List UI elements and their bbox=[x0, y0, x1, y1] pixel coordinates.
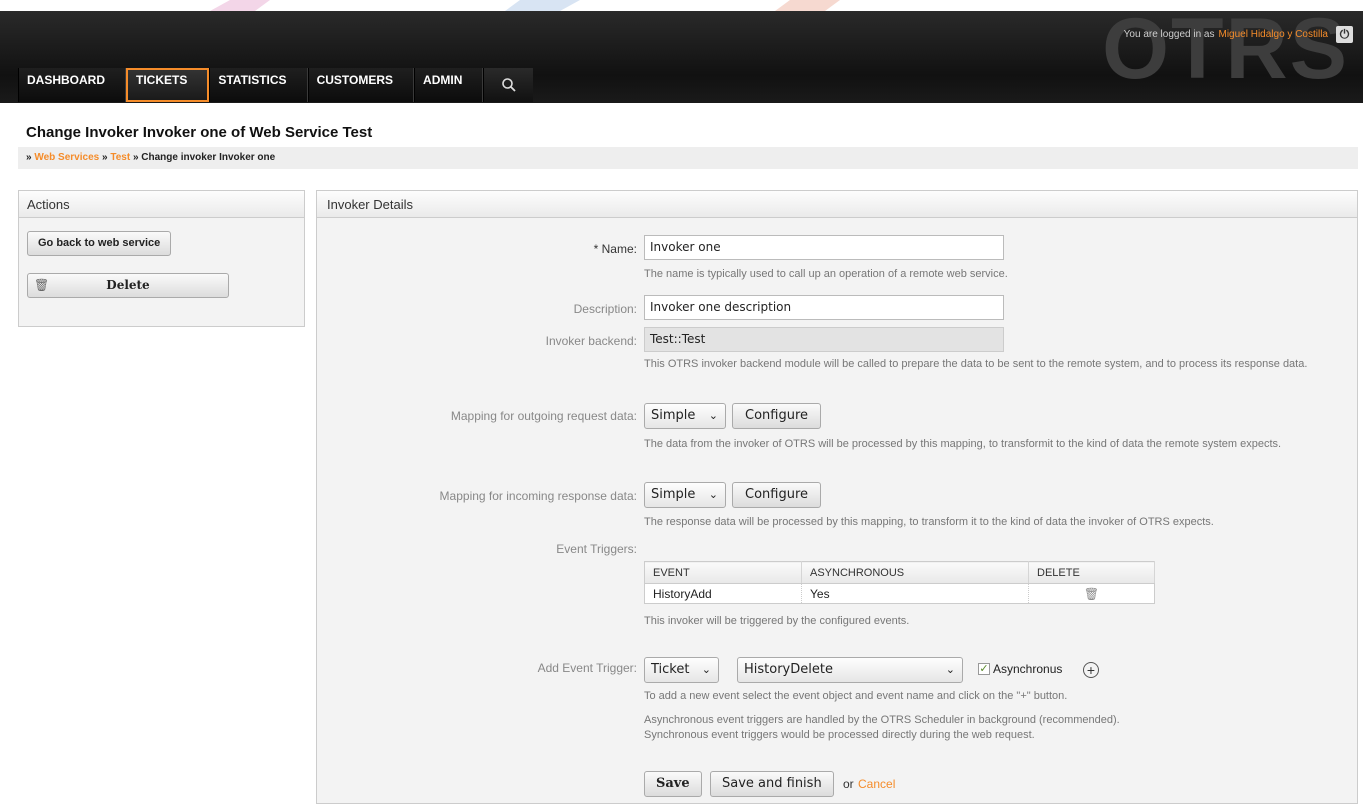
outgoing-mapping-value: Simple bbox=[651, 408, 696, 423]
incoming-configure-button[interactable]: Configure bbox=[732, 482, 822, 508]
go-back-button[interactable]: Go back to web service bbox=[27, 231, 172, 256]
chevron-down-icon: ⌄ bbox=[708, 409, 718, 422]
asynchronous-label: Asynchronus bbox=[993, 662, 1063, 676]
nav-customers[interactable]: CUSTOMERS bbox=[307, 68, 415, 102]
description-field[interactable]: Invoker one description bbox=[644, 295, 1004, 320]
backend-label: Invoker backend: bbox=[545, 334, 637, 348]
breadcrumb-current: Change invoker Invoker one bbox=[141, 152, 276, 163]
chevron-down-icon: ⌄ bbox=[701, 663, 711, 676]
event-name-select[interactable]: HistoryDelete ⌄ bbox=[737, 657, 963, 683]
breadcrumb: » Web Services » Test » Change invoker I… bbox=[18, 147, 1358, 169]
trash-icon[interactable]: 🗑 bbox=[1084, 587, 1099, 601]
async-hint-2: Synchronous event triggers would be proc… bbox=[644, 729, 1035, 741]
breadcrumb-web-services[interactable]: Web Services bbox=[34, 152, 99, 163]
outgoing-mapping-label: Mapping for outgoing request data: bbox=[450, 409, 637, 423]
outgoing-hint: The data from the invoker of OTRS will b… bbox=[644, 438, 1282, 450]
details-title: Invoker Details bbox=[317, 191, 1357, 218]
table-row: HistoryAdd Yes 🗑 bbox=[644, 583, 1155, 604]
nav-tickets[interactable]: TICKETS bbox=[126, 68, 210, 102]
chevron-down-icon: ⌄ bbox=[708, 488, 718, 501]
otrs-logo: OTRS bbox=[1102, 1, 1349, 97]
column-header-delete: DELETE bbox=[1028, 561, 1155, 584]
event-cell[interactable]: HistoryAdd bbox=[644, 583, 802, 604]
invoker-details-panel: Invoker Details * Name: Invoker one The … bbox=[316, 190, 1358, 804]
event-object-value: Ticket bbox=[651, 662, 690, 677]
actions-panel: Actions Go back to web service 🗑 Delete bbox=[18, 190, 305, 327]
name-field[interactable]: Invoker one bbox=[644, 235, 1004, 260]
breadcrumb-separator: » bbox=[26, 152, 32, 163]
table-header-row: EVENT ASYNCHRONOUS DELETE bbox=[644, 561, 1155, 584]
nav-statistics[interactable]: STATISTICS bbox=[209, 68, 308, 102]
outgoing-configure-button[interactable]: Configure bbox=[732, 403, 822, 429]
login-info: You are logged in as Miguel Hidalgo y Co… bbox=[1124, 26, 1353, 43]
save-button[interactable]: Save bbox=[644, 771, 702, 797]
add-event-trigger-label: Add Event Trigger: bbox=[537, 661, 637, 675]
user-link[interactable]: Miguel Hidalgo y Costilla bbox=[1219, 29, 1329, 40]
or-label: or bbox=[843, 777, 854, 791]
incoming-mapping-select[interactable]: Simple ⌄ bbox=[644, 482, 726, 508]
breadcrumb-separator: » bbox=[101, 152, 108, 163]
event-triggers-table: EVENT ASYNCHRONOUS DELETE HistoryAdd Yes… bbox=[644, 561, 1155, 604]
trash-icon: 🗑 bbox=[34, 278, 50, 292]
name-hint: The name is typically used to call up an… bbox=[644, 268, 1008, 280]
breadcrumb-test[interactable]: Test bbox=[110, 152, 130, 163]
event-triggers-label: Event Triggers: bbox=[556, 542, 637, 556]
incoming-mapping-label: Mapping for incoming response data: bbox=[439, 489, 637, 503]
nav-admin[interactable]: ADMIN bbox=[414, 68, 484, 102]
breadcrumb-separator: » bbox=[132, 152, 139, 163]
description-label: Description: bbox=[573, 302, 637, 316]
chevron-down-icon: ⌄ bbox=[945, 663, 955, 676]
search-icon[interactable] bbox=[483, 68, 534, 102]
delete-label: Delete bbox=[106, 278, 150, 292]
event-object-select[interactable]: Ticket ⌄ bbox=[644, 657, 719, 683]
asynchronous-checkbox[interactable]: ✓ Asynchronus bbox=[978, 662, 1062, 676]
add-event-hint: To add a new event select the event obje… bbox=[644, 690, 1068, 702]
name-label: * Name: bbox=[593, 242, 637, 256]
save-and-finish-button[interactable]: Save and finish bbox=[710, 771, 834, 797]
event-name-value: HistoryDelete bbox=[744, 662, 833, 677]
nav-dashboard[interactable]: DASHBOARD bbox=[18, 68, 126, 102]
header: OTRS You are logged in as Miguel Hidalgo… bbox=[0, 0, 1363, 113]
cancel-link[interactable]: Cancel bbox=[858, 777, 895, 791]
add-event-icon[interactable]: + bbox=[1083, 662, 1099, 678]
incoming-mapping-value: Simple bbox=[651, 487, 696, 502]
column-header-asynchronous: ASYNCHRONOUS bbox=[801, 561, 1029, 584]
main-nav: DASHBOARD TICKETS STATISTICS CUSTOMERS A… bbox=[18, 68, 534, 102]
column-header-event: EVENT bbox=[644, 561, 802, 584]
incoming-hint: The response data will be processed by t… bbox=[644, 516, 1214, 528]
delete-cell: 🗑 bbox=[1028, 583, 1155, 604]
login-prefix: You are logged in as bbox=[1123, 29, 1215, 40]
actions-title: Actions bbox=[19, 191, 304, 218]
outgoing-mapping-select[interactable]: Simple ⌄ bbox=[644, 403, 726, 429]
checkbox-checked-icon[interactable]: ✓ bbox=[978, 663, 990, 675]
backend-hint: This OTRS invoker backend module will be… bbox=[644, 358, 1308, 370]
power-icon[interactable]: ⏻ bbox=[1336, 26, 1353, 43]
backend-field: Test::Test bbox=[644, 327, 1004, 352]
async-cell: Yes bbox=[801, 583, 1029, 604]
event-triggers-hint: This invoker will be triggered by the co… bbox=[644, 615, 910, 627]
page-title: Change Invoker Invoker one of Web Servic… bbox=[26, 124, 373, 141]
delete-button[interactable]: 🗑 Delete bbox=[27, 273, 229, 298]
